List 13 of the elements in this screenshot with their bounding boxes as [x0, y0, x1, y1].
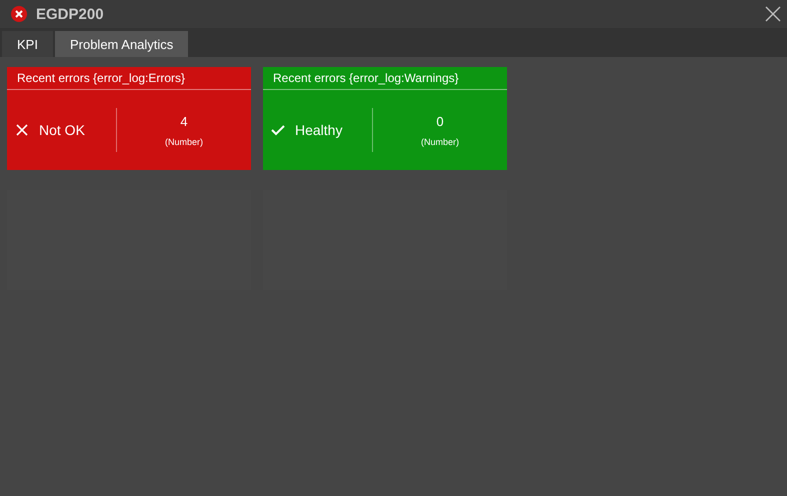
status-label: Not OK [39, 122, 85, 138]
unit-label: (Number) [420, 136, 459, 146]
tab[interactable]: Problem Analytics [54, 31, 188, 57]
card-title: Recent errors {error_log:Warnings} [273, 71, 459, 85]
app-logo-icon [11, 6, 27, 22]
window-title: EGDP200 [36, 6, 105, 22]
card-title: Recent errors {error_log:Errors} [17, 71, 186, 85]
kpi-value: 0 [436, 114, 444, 128]
close-icon[interactable] [765, 6, 781, 22]
status-label: Healthy [295, 122, 342, 138]
tab[interactable]: KPI [2, 31, 53, 57]
unit-label: (Number) [164, 136, 203, 146]
kpi-value: 4 [180, 114, 188, 128]
